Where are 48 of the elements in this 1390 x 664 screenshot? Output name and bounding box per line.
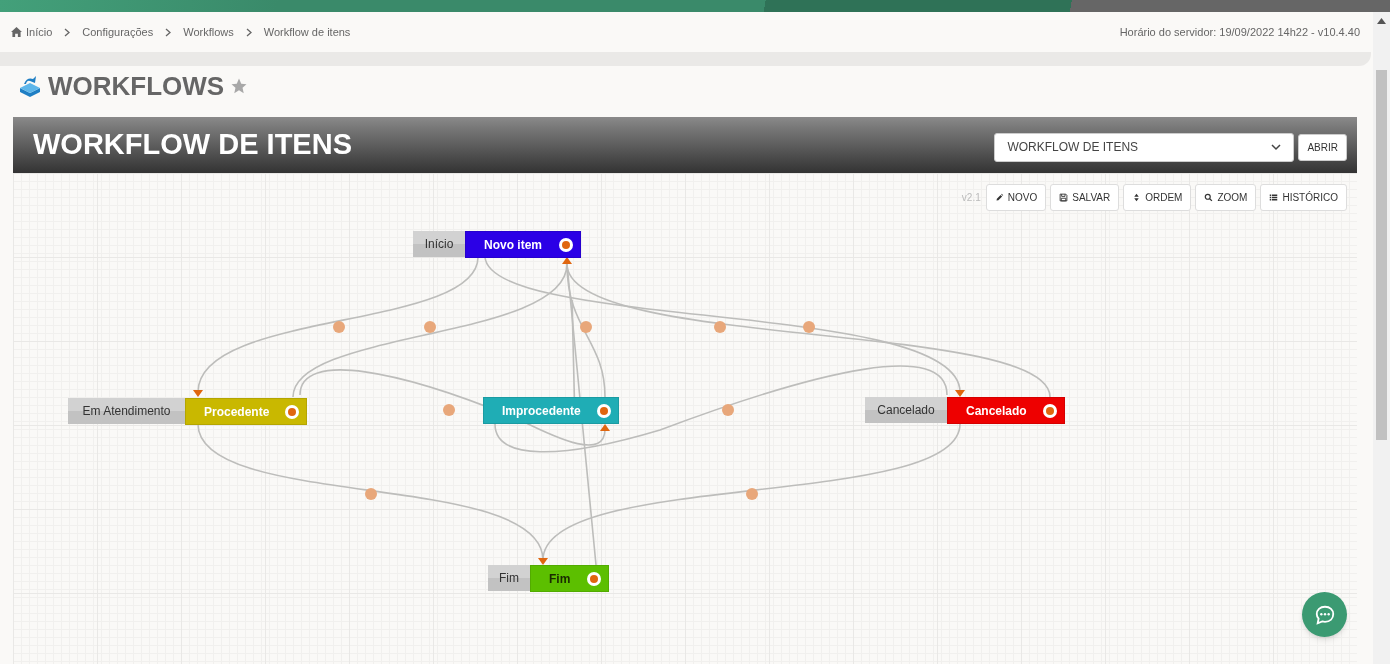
favorite-star-icon[interactable] xyxy=(230,77,249,95)
toolbar-button[interactable]: NOVO xyxy=(985,184,1047,211)
connector-handle[interactable] xyxy=(365,488,377,500)
status-node[interactable]: Cancelado xyxy=(947,397,1065,424)
stage-label: Em Atendimento xyxy=(68,398,185,424)
chevron-right-icon xyxy=(64,27,71,37)
chevron-right-icon xyxy=(165,27,172,37)
connector-handle[interactable] xyxy=(580,321,592,333)
sort-arrows-icon xyxy=(1132,193,1142,202)
toolbar-button[interactable]: SALVAR xyxy=(1050,184,1120,211)
stage-label: Cancelado xyxy=(865,397,947,423)
version-text: v2.1 xyxy=(961,191,981,205)
connector-port-icon[interactable] xyxy=(559,237,573,252)
connector-port-icon[interactable] xyxy=(1043,403,1057,418)
connector-handle[interactable] xyxy=(722,404,734,416)
connector-handle[interactable] xyxy=(803,321,815,333)
connector-handle[interactable] xyxy=(746,488,758,500)
stage-label: Início xyxy=(413,231,465,257)
server-time-text: Horário do servidor: 19/09/2022 14h22 - v10.4.40 xyxy=(1119,24,1360,40)
chevron-right-icon xyxy=(245,27,252,37)
breadcrumb-link[interactable]: Configurações xyxy=(82,23,154,41)
workflow-title: WORKFLOW DE ITENS xyxy=(33,127,352,163)
workflow-select[interactable]: WORKFLOW DE ITENS xyxy=(994,132,1295,162)
connector-handle[interactable] xyxy=(333,321,345,333)
toolbar-button[interactable]: HISTÓRICO xyxy=(1260,184,1347,211)
scrollbar[interactable] xyxy=(1373,12,1390,664)
list-icon xyxy=(1269,193,1279,202)
status-node[interactable]: Novo item xyxy=(465,231,581,258)
connector-handle[interactable] xyxy=(424,321,436,333)
status-node[interactable]: Fim xyxy=(530,565,609,592)
connector-handle[interactable] xyxy=(443,404,455,416)
open-button[interactable]: ABRIR xyxy=(1298,133,1347,161)
breadcrumb-link[interactable]: Workflow de itens xyxy=(263,23,351,41)
stage-label: Fim xyxy=(488,565,530,591)
pencil-icon xyxy=(994,193,1004,202)
home-icon xyxy=(11,27,22,37)
workflow-logo-icon xyxy=(18,74,42,98)
search-icon xyxy=(1204,193,1214,202)
breadcrumb-link[interactable]: Início xyxy=(26,23,53,41)
connector-handle[interactable] xyxy=(714,321,726,333)
chat-bubble-icon xyxy=(1313,603,1336,626)
breadcrumb-link[interactable]: Workflows xyxy=(183,23,234,41)
chevron-down-icon xyxy=(1271,143,1282,151)
toolbar-button[interactable]: ZOOM xyxy=(1195,184,1257,211)
scrollbar-thumb[interactable] xyxy=(1376,70,1387,440)
page-title: WORKFLOWS xyxy=(48,69,225,103)
toolbar-button[interactable]: ORDEM xyxy=(1123,184,1192,211)
scroll-up-icon[interactable] xyxy=(1377,18,1386,24)
